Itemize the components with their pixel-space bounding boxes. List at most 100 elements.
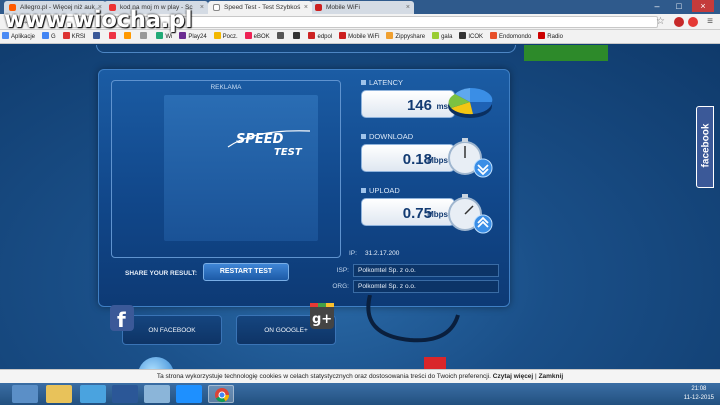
bookmark-item[interactable]: Zippyshare bbox=[384, 30, 428, 43]
bookmark-star-icon[interactable]: ☆ bbox=[656, 16, 665, 28]
tab-speed-test[interactable]: Speed Test - Test Szybkoś × bbox=[208, 1, 312, 14]
latency-box: 146 ms bbox=[361, 90, 455, 118]
tab-mobile-wifi[interactable]: Mobile WiFi × bbox=[310, 1, 414, 14]
logo-word-speed: SPEED bbox=[236, 132, 284, 147]
ad-panel: REKLAMA SPEED TEST bbox=[111, 80, 341, 258]
menu-icon[interactable]: ≡ bbox=[704, 16, 716, 28]
bookmark-favicon-icon bbox=[156, 32, 164, 39]
windows-taskbar: 21:08 11-12-2015 bbox=[0, 383, 720, 405]
isp-value: Polkomtel Sp. z o.o. bbox=[353, 264, 499, 277]
decorative-swirl bbox=[366, 295, 460, 343]
bookmark-favicon-icon bbox=[244, 32, 252, 39]
bookmark-item[interactable]: Endomondo bbox=[488, 30, 534, 43]
huawei-icon bbox=[339, 32, 347, 39]
bookmark-favicon-icon bbox=[308, 32, 316, 39]
bookmark-item[interactable]: eBOK bbox=[243, 30, 273, 43]
file-explorer-icon[interactable] bbox=[46, 385, 72, 403]
word-icon[interactable] bbox=[112, 385, 138, 403]
stopwatch-download-icon bbox=[443, 138, 497, 178]
bookmark-favicon-icon bbox=[489, 32, 497, 39]
app-icon[interactable] bbox=[80, 385, 106, 403]
bookmark-favicon-icon bbox=[62, 32, 70, 39]
page-content: REKLAMA SPEED TEST LATENCY 146 ms DOWNLO… bbox=[0, 45, 720, 383]
cookie-read-more-link[interactable]: Czytaj więcej bbox=[493, 373, 533, 380]
internet-explorer-icon[interactable] bbox=[176, 385, 202, 403]
show-desktop-icon[interactable] bbox=[12, 385, 38, 403]
ip-value: 31.2.17.200 bbox=[365, 250, 400, 257]
svg-text:g+: g+ bbox=[312, 312, 332, 327]
logo-word-test: TEST bbox=[274, 147, 303, 158]
upload-title: UPLOAD bbox=[361, 186, 400, 195]
apps-icon bbox=[2, 32, 9, 39]
bookmark-favicon-icon bbox=[432, 32, 440, 39]
bookmark-favicon-icon bbox=[276, 32, 284, 39]
previous-panel-edge bbox=[96, 45, 516, 53]
bookmark-favicon-icon bbox=[108, 32, 116, 39]
isp-row: ISP: Polkomtel Sp. z o.o. bbox=[291, 264, 499, 278]
system-clock[interactable]: 21:08 11-12-2015 bbox=[684, 385, 714, 403]
bookmark-item[interactable] bbox=[275, 30, 289, 43]
side-ad-banner[interactable] bbox=[524, 45, 608, 61]
bookmark-favicon-icon bbox=[213, 32, 221, 39]
bookmark-item[interactable]: ICOK bbox=[457, 30, 486, 43]
bookmark-item[interactable]: edpol bbox=[306, 30, 335, 43]
cookie-separator: | bbox=[535, 373, 537, 380]
bookmark-item[interactable] bbox=[291, 30, 305, 43]
bookmark-item[interactable]: Pocz. bbox=[212, 30, 241, 43]
clock-date: 11-12-2015 bbox=[683, 395, 714, 401]
upload-box: 0.75 Mbps bbox=[361, 198, 455, 226]
app-icon[interactable] bbox=[144, 385, 170, 403]
bookmark-favicon-icon bbox=[538, 32, 546, 39]
tab-label: Speed Test - Test Szybkoś bbox=[224, 4, 301, 11]
bullet-icon bbox=[361, 80, 366, 85]
isp-label: ISP: bbox=[336, 267, 349, 274]
latency-value: 146 bbox=[406, 97, 432, 114]
restart-test-button[interactable]: RESTART TEST bbox=[203, 263, 289, 281]
clock-time: 21:08 bbox=[691, 386, 707, 392]
extension-icon[interactable] bbox=[688, 17, 698, 27]
maximize-icon[interactable]: □ bbox=[668, 0, 690, 12]
share-label: SHARE YOUR RESULT: bbox=[125, 270, 197, 277]
huawei-favicon-icon bbox=[315, 4, 322, 11]
cookie-consent-bar: Ta strona wykorzystuje technologię cooki… bbox=[0, 369, 720, 383]
download-box: 0.18 Mbps bbox=[361, 144, 455, 172]
close-window-icon[interactable]: × bbox=[692, 0, 714, 12]
bookmark-favicon-icon bbox=[386, 32, 394, 39]
play-icon bbox=[179, 32, 187, 39]
ip-label: IP: bbox=[349, 250, 357, 257]
bookmark-item[interactable]: gala bbox=[430, 30, 455, 43]
bookmark-favicon-icon bbox=[459, 32, 467, 39]
pie-chart-icon bbox=[443, 82, 497, 122]
close-tab-icon[interactable]: × bbox=[406, 1, 410, 14]
page-favicon-icon bbox=[213, 4, 220, 11]
latency-title: LATENCY bbox=[361, 78, 403, 87]
minimize-icon[interactable]: – bbox=[646, 0, 668, 12]
stopwatch-upload-icon bbox=[443, 194, 497, 234]
close-tab-icon[interactable]: × bbox=[200, 1, 204, 14]
bookmark-item[interactable]: Mobile WiFi bbox=[337, 30, 382, 43]
ip-line: IP: 31.2.17.200 bbox=[349, 250, 399, 257]
chrome-icon[interactable] bbox=[208, 385, 234, 403]
bullet-icon bbox=[361, 134, 366, 139]
speedtest-logo: SPEED TEST bbox=[224, 125, 334, 161]
org-value: Polkomtel Sp. z o.o. bbox=[353, 280, 499, 293]
extension-icon[interactable] bbox=[674, 17, 684, 27]
close-tab-icon[interactable]: × bbox=[304, 1, 308, 14]
bookmark-favicon-icon bbox=[124, 32, 132, 39]
ad-label: REKLAMA bbox=[210, 84, 242, 91]
bookmark-item[interactable]: Radio bbox=[536, 30, 566, 43]
google-icon bbox=[41, 32, 49, 39]
bullet-icon bbox=[361, 188, 366, 193]
facebook-icon: f bbox=[108, 303, 136, 333]
cookie-text: Ta strona wykorzystuje technologię cooki… bbox=[156, 373, 491, 380]
cookie-close-link[interactable]: Zamknij bbox=[539, 373, 564, 380]
bookmark-favicon-icon bbox=[140, 32, 148, 39]
facebook-side-tab[interactable]: facebook bbox=[696, 106, 714, 188]
tab-label: Mobile WiFi bbox=[326, 4, 360, 11]
facebook-icon bbox=[92, 32, 100, 39]
org-row: ORG: Polkomtel Sp. z o.o. bbox=[291, 280, 499, 294]
speed-test-widget: REKLAMA SPEED TEST LATENCY 146 ms DOWNLO… bbox=[98, 69, 510, 307]
share-facebook-button[interactable]: ON FACEBOOK bbox=[122, 315, 222, 345]
ad-box[interactable]: SPEED TEST bbox=[164, 95, 318, 241]
bookmark-favicon-icon bbox=[292, 32, 300, 39]
